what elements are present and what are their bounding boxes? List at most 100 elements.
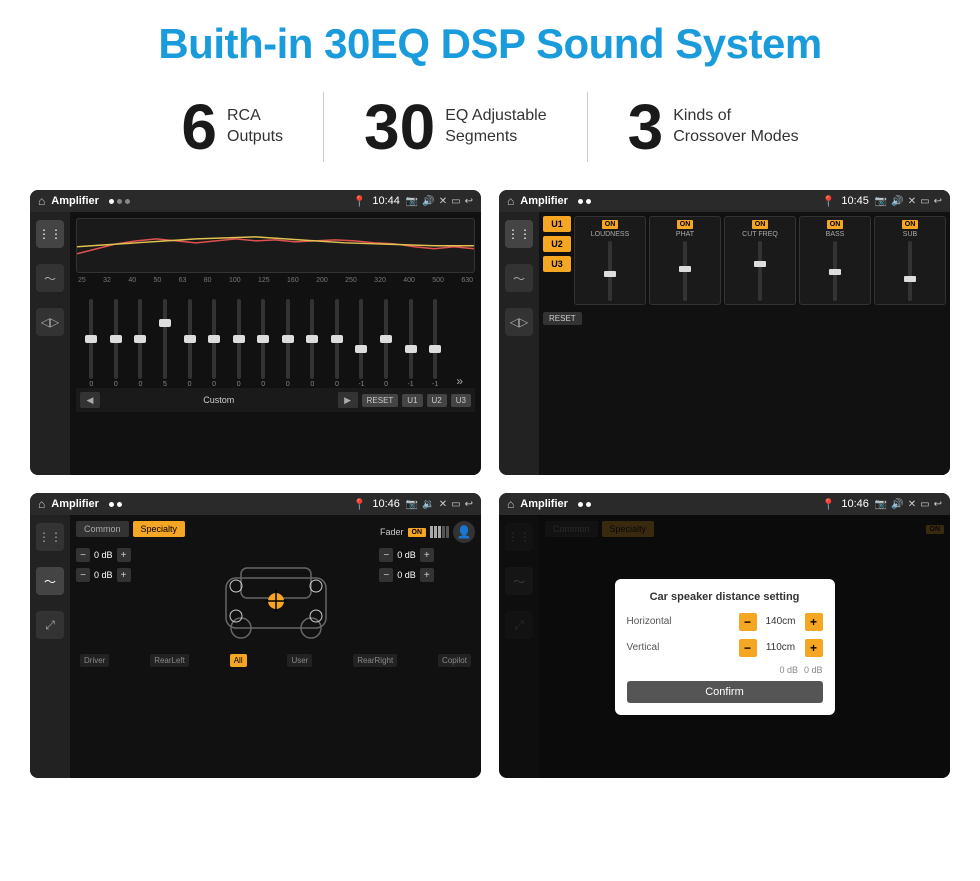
loudness-slider[interactable]	[608, 241, 612, 301]
status-icons: 📷 🔊 ✕ ▭ ↩	[406, 196, 473, 207]
speaker3-minus-btn[interactable]: −	[379, 548, 393, 562]
sub-slider[interactable]	[908, 241, 912, 301]
cross-volume-icon[interactable]: 🔉	[422, 499, 434, 510]
speaker4-minus-btn[interactable]: −	[379, 568, 393, 582]
freq-100: 100	[229, 277, 241, 284]
dlg-volume-icon[interactable]: 🔊	[891, 499, 903, 510]
back-icon[interactable]: ↩	[465, 196, 473, 207]
amp-volume-icon[interactable]: 🔊	[891, 196, 903, 207]
cutfreq-on-badge[interactable]: ON	[752, 220, 769, 229]
label-copilot[interactable]: Copilot	[438, 654, 471, 667]
speaker2-minus-btn[interactable]: −	[76, 568, 90, 582]
bass-on-badge[interactable]: ON	[827, 220, 844, 229]
amp-camera-icon[interactable]: 📷	[875, 196, 887, 207]
label-user[interactable]: User	[287, 654, 312, 667]
cross-sidebar-wave-btn[interactable]: 〜	[36, 567, 64, 595]
cross-tab-common[interactable]: Common	[76, 521, 129, 537]
cross-camera-icon[interactable]: 📷	[406, 499, 418, 510]
eq-u3-btn[interactable]: U3	[451, 394, 471, 407]
cutfreq-slider[interactable]	[758, 241, 762, 301]
eq-status-time: 📍 10:44 📷 🔊 ✕ ▭ ↩	[353, 195, 473, 208]
close-icon[interactable]: ✕	[439, 196, 447, 207]
label-rearleft[interactable]: RearLeft	[150, 654, 189, 667]
amp-u1-btn[interactable]: U1	[543, 216, 571, 232]
amp-u3-btn[interactable]: U3	[543, 256, 571, 272]
speaker3-plus-btn[interactable]: +	[420, 548, 434, 562]
amp-screen: ⌂ Amplifier 📍 10:45 📷 🔊 ✕ ▭ ↩	[499, 190, 950, 475]
stats-row: 6 RCA Outputs 30 EQ Adjustable Segments …	[30, 92, 950, 162]
freq-160: 160	[287, 277, 299, 284]
window-icon[interactable]: ▭	[451, 196, 460, 207]
eq-reset-btn[interactable]: RESET	[362, 394, 399, 407]
vertical-row: Vertical − 110cm +	[627, 639, 823, 657]
camera-icon[interactable]: 📷	[406, 196, 418, 207]
sub-on-badge[interactable]: ON	[902, 220, 919, 229]
cross-close-icon[interactable]: ✕	[439, 499, 447, 510]
dlg-home-icon[interactable]: ⌂	[507, 497, 514, 511]
cross-window-icon[interactable]: ▭	[451, 499, 460, 510]
cross-dot-2	[117, 502, 122, 507]
bass-slider[interactable]	[833, 241, 837, 301]
dialog-title: Car speaker distance setting	[627, 591, 823, 603]
fader-on-badge[interactable]: ON	[408, 528, 427, 537]
label-driver[interactable]: Driver	[80, 654, 109, 667]
speaker2-plus-btn[interactable]: +	[117, 568, 131, 582]
sidebar-speaker-btn[interactable]: ◁▷	[36, 308, 64, 336]
dlg-back-icon[interactable]: ↩	[934, 499, 942, 510]
amp-status-time: 📍 10:45 📷 🔊 ✕ ▭ ↩	[822, 195, 942, 208]
speaker1-db-val: 0 dB	[94, 550, 113, 560]
home-icon[interactable]: ⌂	[38, 194, 45, 208]
dlg-window-icon[interactable]: ▭	[920, 499, 929, 510]
horizontal-plus-btn[interactable]: +	[805, 613, 823, 631]
vertical-minus-btn[interactable]: −	[739, 639, 757, 657]
cross-sidebar-expand-btn[interactable]: ⤢	[36, 611, 64, 639]
dlg-status-time: 📍 10:46 📷 🔊 ✕ ▭ ↩	[822, 498, 942, 511]
cross-status-icons: 📷 🔉 ✕ ▭ ↩	[406, 499, 473, 510]
phat-on-badge[interactable]: ON	[677, 220, 694, 229]
amp-window-icon[interactable]: ▭	[920, 196, 929, 207]
stat-eq: 30 EQ Adjustable Segments	[324, 95, 587, 159]
cross-sidebar-eq-btn[interactable]: ⋮⋮	[36, 523, 64, 551]
dlg-close-icon[interactable]: ✕	[908, 499, 916, 510]
amp-back-icon[interactable]: ↩	[934, 196, 942, 207]
eq-next-btn[interactable]: ▶	[338, 392, 358, 408]
eq-slider-5: 0	[178, 299, 201, 388]
cross-home-icon[interactable]: ⌂	[38, 497, 45, 511]
amp-time: 10:45	[841, 195, 869, 207]
amp-home-icon[interactable]: ⌂	[507, 194, 514, 208]
label-rearright[interactable]: RearRight	[353, 654, 397, 667]
amp-screen-content: ⋮⋮ 〜 ◁▷ U1 U2 U3 ON LOU	[499, 212, 950, 475]
cross-tab-specialty[interactable]: Specialty	[133, 521, 186, 537]
amp-sidebar-eq-btn[interactable]: ⋮⋮	[505, 220, 533, 248]
cross-location-icon: 📍	[353, 498, 367, 511]
vertical-plus-btn[interactable]: +	[805, 639, 823, 657]
volume-icon[interactable]: 🔊	[422, 196, 434, 207]
horizontal-minus-btn[interactable]: −	[739, 613, 757, 631]
eq-u2-btn[interactable]: U2	[427, 394, 447, 407]
amp-close-icon[interactable]: ✕	[908, 196, 916, 207]
vertical-control: − 110cm +	[739, 639, 823, 657]
speaker1-plus-btn[interactable]: +	[117, 548, 131, 562]
label-all[interactable]: All	[230, 654, 247, 667]
amp-sidebar-wave-btn[interactable]: 〜	[505, 264, 533, 292]
eq-prev-btn[interactable]: ◀	[80, 392, 100, 408]
sidebar-eq-btn[interactable]: ⋮⋮	[36, 220, 64, 248]
speaker1-minus-btn[interactable]: −	[76, 548, 90, 562]
freq-40: 40	[128, 277, 136, 284]
stat-eq-number: 30	[364, 95, 435, 159]
dialog-screen: ⌂ Amplifier 📍 10:46 📷 🔊 ✕ ▭ ↩	[499, 493, 950, 778]
eq-slider-3: 0	[129, 299, 152, 388]
sub-label: SUB	[903, 231, 917, 238]
phat-slider[interactable]	[683, 241, 687, 301]
sidebar-wave-btn[interactable]: 〜	[36, 264, 64, 292]
horizontal-value: 140cm	[761, 616, 801, 627]
confirm-btn[interactable]: Confirm	[627, 681, 823, 703]
speaker4-plus-btn[interactable]: +	[420, 568, 434, 582]
dlg-camera-icon[interactable]: 📷	[875, 499, 887, 510]
amp-sidebar-speaker-btn[interactable]: ◁▷	[505, 308, 533, 336]
cross-back-icon[interactable]: ↩	[465, 499, 473, 510]
amp-u2-btn[interactable]: U2	[543, 236, 571, 252]
eq-u1-btn[interactable]: U1	[402, 394, 422, 407]
loudness-on-badge[interactable]: ON	[602, 220, 619, 229]
amp-reset-btn[interactable]: RESET	[543, 312, 582, 325]
